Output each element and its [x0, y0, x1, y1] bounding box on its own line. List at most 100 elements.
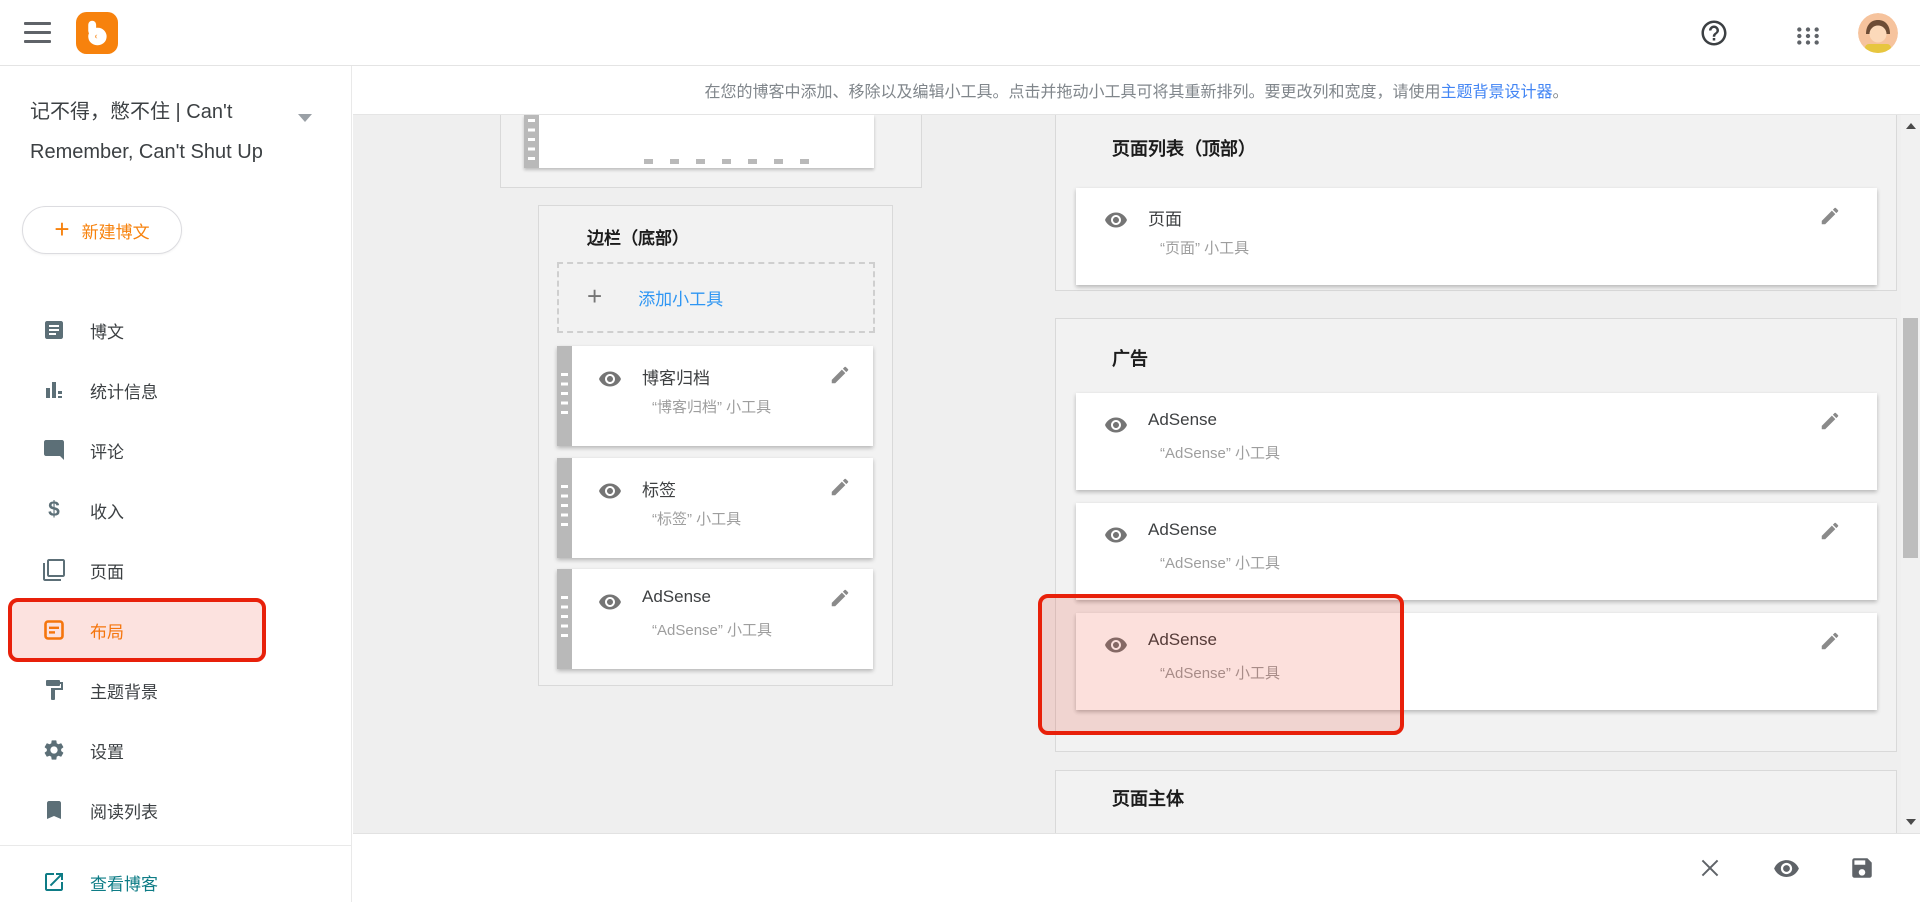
blogger-logo-icon[interactable]	[76, 12, 118, 54]
section-title: 广告	[1112, 345, 1148, 371]
theme-icon	[42, 678, 66, 702]
widget-pages[interactable]: 页面 “页面” 小工具	[1076, 188, 1877, 285]
widget-body: AdSense “AdSense” 小工具	[572, 569, 873, 669]
sidebar-item-reading-list[interactable]: 阅读列表	[0, 780, 352, 840]
preview-eye-icon[interactable]	[1772, 854, 1800, 882]
layout-help-message: 在您的博客中添加、移除以及编辑小工具。点击并拖动小工具可将其重新排列。要更改列和…	[353, 66, 1920, 115]
help-message-suffix: 。	[1553, 78, 1569, 102]
visibility-eye-icon[interactable]	[1104, 413, 1128, 437]
earnings-icon: $	[42, 498, 66, 522]
section-sidebar-bottom: 边栏（底部） + 添加小工具 博客归档 “博客归档” 小工具	[538, 205, 893, 686]
section-title: 页面主体	[1112, 785, 1184, 811]
scrollbar-thumb[interactable]	[1903, 318, 1918, 558]
edit-pencil-icon[interactable]	[1819, 410, 1841, 432]
view-blog-link[interactable]: 查看博客	[0, 852, 352, 902]
edit-pencil-icon[interactable]	[1819, 520, 1841, 542]
scroll-up-arrow[interactable]	[1901, 117, 1920, 135]
widget-adsense[interactable]: AdSense “AdSense” 小工具	[557, 569, 873, 669]
widget-subtitle: “标签” 小工具	[652, 508, 741, 529]
widget-title: AdSense	[642, 587, 711, 607]
section-title: 边栏（底部）	[587, 224, 689, 249]
widget-subtitle: “AdSense” 小工具	[1160, 662, 1280, 683]
close-icon[interactable]	[1696, 854, 1724, 882]
sidebar: 记不得，憋不住 | Can't Remember, Can't Shut Up …	[0, 66, 352, 902]
section-ads: 广告 AdSense “AdSense” 小工具 AdSense “AdSens…	[1055, 318, 1897, 752]
help-message-text: 在您的博客中添加、移除以及编辑小工具。点击并拖动小工具可将其重新排列。要更改列和…	[704, 78, 1440, 102]
visibility-eye-icon[interactable]	[598, 590, 622, 614]
drag-handle[interactable]	[557, 458, 572, 558]
widget-labels[interactable]: 标签 “标签” 小工具	[557, 458, 873, 558]
visibility-eye-icon[interactable]	[598, 367, 622, 391]
new-post-button[interactable]: + 新建博文	[22, 206, 182, 254]
blogger-layout-page: 记不得，憋不住 | Can't Remember, Can't Shut Up …	[0, 0, 1920, 902]
edit-pencil-icon[interactable]	[1819, 630, 1841, 652]
google-apps-grid-icon[interactable]	[1792, 20, 1824, 52]
edit-pencil-icon[interactable]	[829, 364, 851, 386]
bottom-action-bar	[353, 833, 1920, 902]
widget-blog-archive[interactable]: 博客归档 “博客归档” 小工具	[557, 346, 873, 446]
pages-icon	[42, 558, 66, 582]
plus-icon: +	[54, 216, 69, 242]
widget-title: AdSense	[1148, 520, 1217, 540]
blog-title-dropdown[interactable]: 记不得，憋不住 | Can't Remember, Can't Shut Up	[30, 92, 302, 172]
scroll-down-arrow[interactable]	[1901, 813, 1920, 831]
sidebar-item-pages[interactable]: 页面	[0, 540, 352, 600]
widget-subtitle: “页面” 小工具	[1160, 237, 1249, 258]
clipped-text-remnant	[644, 159, 824, 164]
edit-pencil-icon[interactable]	[1819, 205, 1841, 227]
top-app-bar	[0, 0, 1920, 66]
sidebar-item-posts[interactable]: 博文	[0, 300, 352, 360]
sidebar-item-theme[interactable]: 主题背景	[0, 660, 352, 720]
visibility-eye-icon[interactable]	[1104, 208, 1128, 232]
sidebar-item-comments[interactable]: 评论	[0, 420, 352, 480]
open-in-new-icon	[42, 870, 66, 894]
widget-body: 标签 “标签” 小工具	[572, 458, 873, 558]
vertical-scrollbar[interactable]	[1901, 115, 1920, 833]
stats-icon	[42, 378, 66, 402]
edit-pencil-icon[interactable]	[829, 587, 851, 609]
save-icon[interactable]	[1848, 854, 1876, 882]
section-partial-top	[500, 115, 922, 188]
widget-card-clipped[interactable]	[524, 115, 874, 168]
sidebar-item-stats[interactable]: 统计信息	[0, 360, 352, 420]
widget-subtitle: “AdSense” 小工具	[1160, 552, 1280, 573]
reading-list-icon	[42, 798, 66, 822]
visibility-eye-icon[interactable]	[1104, 633, 1128, 657]
widget-title: AdSense	[1148, 410, 1217, 430]
sidebar-item-layout[interactable]: 布局	[0, 600, 352, 660]
add-widget-button[interactable]: + 添加小工具	[557, 262, 875, 333]
drag-handle[interactable]	[557, 346, 572, 446]
widget-body: 博客归档 “博客归档” 小工具	[572, 346, 873, 446]
widget-title: AdSense	[1148, 630, 1217, 650]
sidebar-divider	[0, 845, 352, 846]
widget-adsense-2[interactable]: AdSense “AdSense” 小工具	[1076, 503, 1877, 600]
widget-subtitle: “AdSense” 小工具	[652, 619, 772, 640]
plus-icon: +	[587, 281, 602, 312]
comments-icon	[42, 438, 66, 462]
widget-subtitle: “博客归档” 小工具	[652, 396, 771, 417]
section-page-body: 页面主体	[1055, 770, 1897, 833]
help-icon[interactable]	[1698, 17, 1730, 49]
layout-icon	[42, 618, 66, 642]
widget-adsense-1[interactable]: AdSense “AdSense” 小工具	[1076, 393, 1877, 490]
widget-adsense-3[interactable]: AdSense “AdSense” 小工具	[1076, 613, 1877, 710]
widget-title: 标签	[642, 476, 676, 501]
visibility-eye-icon[interactable]	[1104, 523, 1128, 547]
widget-title: 页面	[1148, 205, 1182, 230]
widget-subtitle: “AdSense” 小工具	[1160, 442, 1280, 463]
section-title: 页面列表（顶部）	[1112, 135, 1256, 161]
settings-icon	[42, 738, 66, 762]
user-avatar[interactable]	[1858, 13, 1898, 53]
drag-handle[interactable]	[524, 115, 539, 168]
theme-designer-link[interactable]: 主题背景设计器	[1440, 78, 1552, 102]
sidebar-item-settings[interactable]: 设置	[0, 720, 352, 780]
sidebar-item-earnings[interactable]: $ 收入	[0, 480, 352, 540]
edit-pencil-icon[interactable]	[829, 476, 851, 498]
hamburger-menu-icon[interactable]	[24, 22, 51, 43]
visibility-eye-icon[interactable]	[598, 479, 622, 503]
section-page-list-top: 页面列表（顶部） 页面 “页面” 小工具	[1055, 115, 1897, 291]
posts-icon	[42, 318, 66, 342]
chevron-down-icon[interactable]	[298, 114, 312, 122]
drag-handle[interactable]	[557, 569, 572, 669]
widget-title: 博客归档	[642, 364, 710, 389]
